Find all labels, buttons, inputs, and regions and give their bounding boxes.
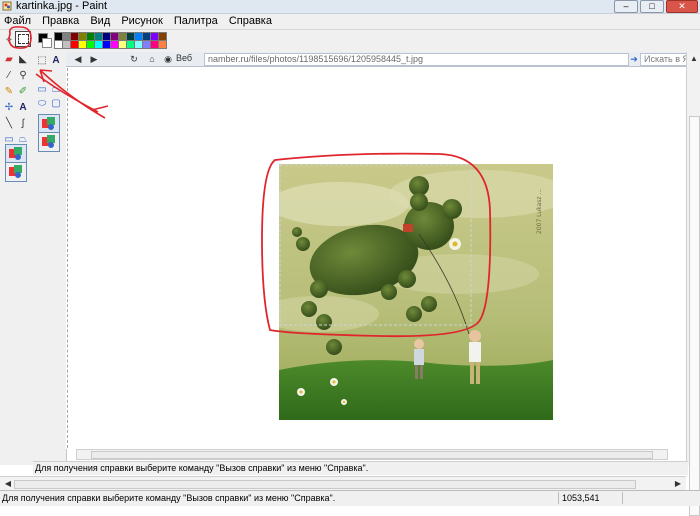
toolbox: ▰ ◣ ⁄ ⚲ ✎ ✐ ✢ A ╲ ∫ ▭ ⏢ ⬭ ▢ (0, 52, 34, 465)
status-bar: Для получения справки выберите команду "… (0, 490, 700, 506)
maximize-button[interactable]: □ (640, 0, 664, 13)
shapes-transparent-icon (9, 165, 22, 178)
menu-bar: Файл Правка Вид Рисунок Палитра Справка (0, 14, 700, 30)
paint-app-icon (2, 1, 12, 11)
vertical-scrollbar[interactable]: ▲ (686, 52, 700, 516)
shapes-icon-3 (42, 135, 55, 148)
refresh-icon[interactable]: ↻ (128, 53, 140, 65)
menu-colors[interactable]: Палитра (170, 14, 222, 27)
curve-icon[interactable]: ∫ (17, 118, 29, 130)
forward-icon[interactable]: ▶ (88, 53, 100, 65)
scroll-right-icon[interactable]: ▶ (672, 478, 684, 490)
free-select-icon[interactable]: ✧ (3, 35, 15, 47)
pasted-photo[interactable]: 2007 Lukasz ... (279, 164, 553, 420)
horizontal-scroll-thumb[interactable] (14, 480, 636, 489)
canvas-edge (67, 68, 70, 448)
cursor-coordinates: 1053,541 (558, 492, 622, 504)
fill-icon[interactable]: ◣ (17, 54, 29, 66)
roundrect-tool-icon[interactable]: ▢ (50, 98, 62, 110)
line-icon[interactable]: ╲ (3, 118, 15, 130)
background-color[interactable] (42, 38, 52, 48)
fill-style-1[interactable] (38, 114, 60, 134)
globe-icon: ◉ (164, 54, 172, 64)
horizontal-scrollbar[interactable]: ◀ ▶ (0, 476, 686, 491)
color-picker-icon[interactable]: ⁄ (3, 70, 15, 82)
go-icon[interactable]: ➜ (628, 53, 640, 65)
select-icon[interactable]: ⬚ (36, 55, 48, 67)
title-bar: kartinka.jpg - Paint – □ ✕ (0, 0, 700, 14)
rect-select-tool[interactable] (15, 31, 31, 47)
text-tool-icon[interactable]: A (50, 55, 62, 67)
captured-browser-bar: ◀ ▶ ↻ ⌂ ◉ Веб namber.ru/files/photos/119… (66, 52, 700, 67)
rect-tool-icon[interactable]: ▭ (36, 84, 48, 96)
shapes-icon-2 (42, 117, 55, 130)
menu-image[interactable]: Рисунок (117, 14, 167, 27)
menu-help[interactable]: Справка (225, 14, 276, 27)
back-icon[interactable]: ◀ (72, 53, 84, 65)
airbrush-icon[interactable]: ✢ (3, 102, 15, 114)
status-message: Для получения справки выберите команду "… (2, 493, 336, 503)
menu-view[interactable]: Вид (86, 14, 114, 27)
fill-style-2[interactable] (38, 132, 60, 152)
fill-option-transparent[interactable] (5, 162, 27, 182)
fill-option-opaque[interactable] (5, 144, 27, 164)
eraser-icon[interactable]: ▰ (3, 54, 15, 66)
pencil-icon[interactable]: ✎ (3, 86, 15, 98)
web-label[interactable]: Веб (176, 53, 192, 63)
inner-horizontal-scrollbar[interactable] (76, 449, 668, 460)
close-button[interactable]: ✕ (666, 0, 698, 13)
address-bar[interactable]: namber.ru/files/photos/1198515696/120595… (204, 53, 629, 66)
brush-icon[interactable]: ✐ (17, 86, 29, 98)
current-colors[interactable] (36, 31, 52, 49)
photo-image: 2007 Lukasz ... (279, 164, 553, 420)
text-icon[interactable]: A (17, 102, 29, 114)
magnifier-icon[interactable]: ⚲ (17, 70, 29, 82)
photo-watermark: 2007 Lukasz ... (536, 189, 543, 234)
toolbox-secondary: ⬚ A ▭ ⏢ ⬭ ▢ (33, 52, 67, 465)
menu-file[interactable]: Файл (0, 14, 35, 27)
shapes-icon (9, 147, 22, 160)
window-title: kartinka.jpg - Paint (16, 0, 108, 12)
vertical-scroll-thumb[interactable] (689, 116, 700, 516)
color-palette (54, 32, 167, 49)
home-icon[interactable]: ⌂ (146, 53, 158, 65)
scroll-left-icon[interactable]: ◀ (2, 478, 14, 490)
inner-scroll-thumb[interactable] (91, 451, 653, 459)
menu-edit[interactable]: Правка (38, 14, 83, 27)
inner-status-bar: Для получения справки выберите команду "… (33, 461, 688, 475)
minimize-button[interactable]: – (614, 0, 638, 13)
ellipse-tool-icon[interactable]: ⬭ (36, 98, 48, 110)
scroll-up-icon[interactable]: ▲ (688, 53, 700, 65)
poly-tool-icon[interactable]: ⏢ (50, 84, 62, 96)
palette-swatch[interactable] (158, 40, 167, 49)
status-pane-size (622, 492, 699, 504)
